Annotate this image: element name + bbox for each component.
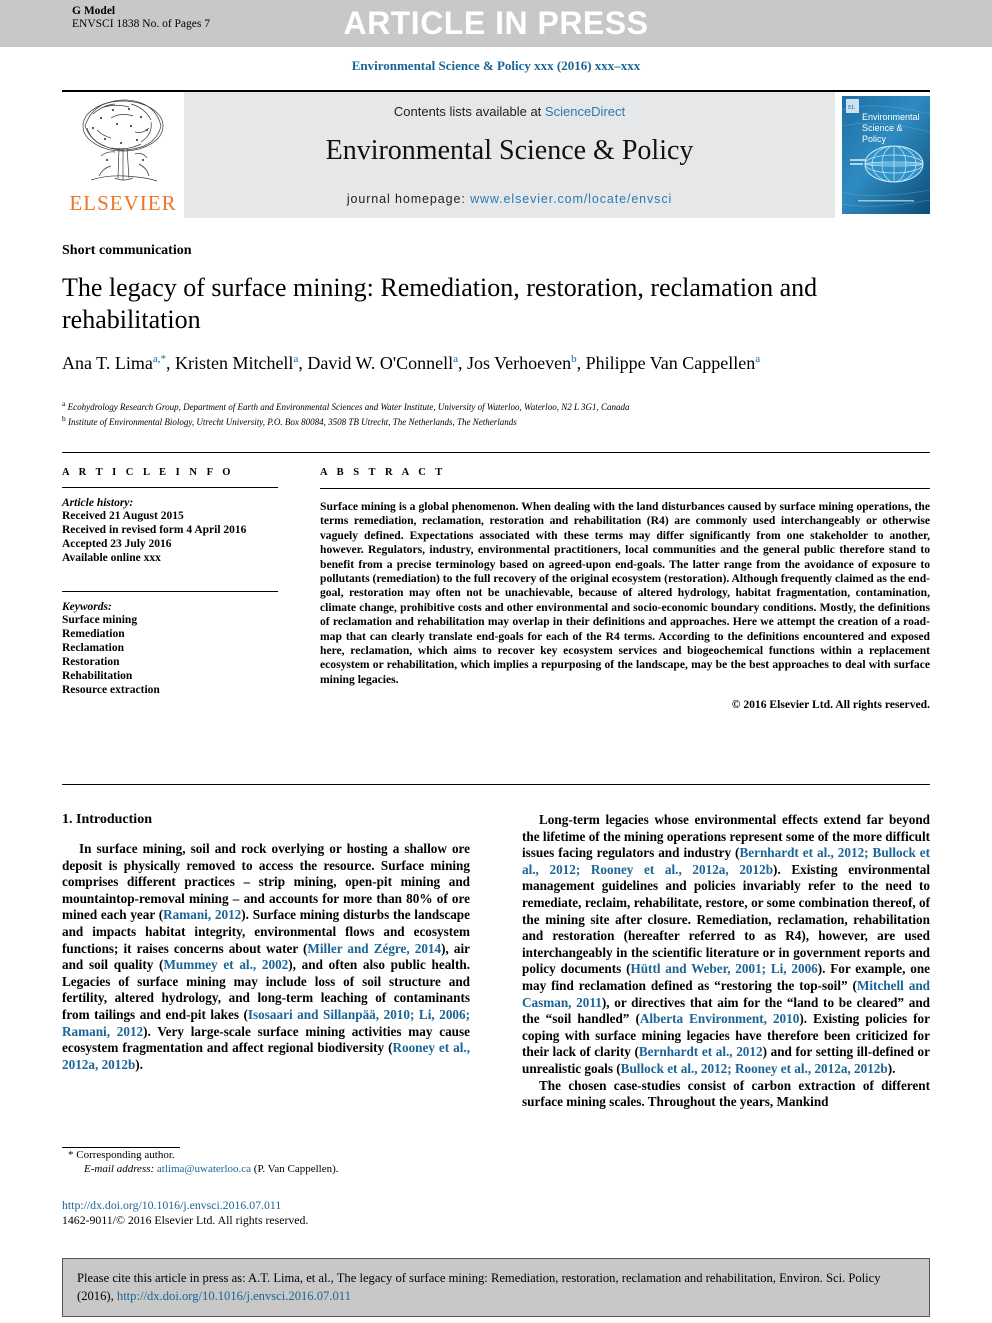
history-item: Received in revised form 4 April 2016 <box>62 524 247 536</box>
cite-doi-link[interactable]: http://dx.doi.org/10.1016/j.envsci.2016.… <box>117 1289 351 1303</box>
abstract-divider <box>320 488 930 489</box>
corresponding-author-note: * Corresponding author. <box>62 1148 470 1162</box>
info-divider <box>62 487 278 488</box>
article-history-list: Received 21 August 2015 Received in revi… <box>62 509 278 565</box>
affiliations: a Ecohydrology Research Group, Departmen… <box>62 398 942 428</box>
journal-homepage-line: journal homepage: www.elsevier.com/locat… <box>184 192 835 206</box>
article-info-column: A R T I C L E I N F O Article history: R… <box>62 467 300 711</box>
email-address-label: E-mail address: <box>84 1163 155 1175</box>
sciencedirect-link[interactable]: ScienceDirect <box>545 104 625 119</box>
journal-running-head: Environmental Science & Policy xxx (2016… <box>351 58 641 73</box>
keywords-divider <box>62 591 278 592</box>
contents-prefix: Contents lists available at <box>393 104 542 119</box>
cover-title-line1: Environmental <box>862 112 920 122</box>
elsevier-logo: ELSEVIER <box>62 92 184 218</box>
journal-masthead: ELSEVIER Contents lists available at Sci… <box>62 90 930 218</box>
article-info-heading: A R T I C L E I N F O <box>62 467 234 478</box>
svg-text:EL: EL <box>848 105 856 111</box>
footnote-block: * Corresponding author. E-mail address: … <box>62 1147 470 1176</box>
journal-title: Environmental Science & Policy <box>325 135 694 166</box>
g-model-block: G Model ENVSCI 1838 No. of Pages 7 <box>72 5 210 31</box>
keyword-item: Rehabilitation <box>62 670 133 682</box>
affiliation-a-text: Ecohydrology Research Group, Department … <box>67 402 630 412</box>
abstract-copyright: © 2016 Elsevier Ltd. All rights reserved… <box>731 698 930 712</box>
cite-this-article-box: Please cite this article in press as: A.… <box>62 1258 930 1317</box>
page-title: The legacy of surface mining: Remediatio… <box>62 273 818 334</box>
email-owner-label: (P. Van Cappellen). <box>253 1163 339 1175</box>
body-column-left: 1. Introduction In surface mining, soil … <box>62 812 470 1073</box>
abstract-text: Surface mining is a global phenomenon. W… <box>320 500 931 686</box>
contents-list-line: Contents lists available at ScienceDirec… <box>184 104 835 119</box>
manuscript-id-label: ENVSCI 1838 No. of Pages 7 <box>72 18 210 30</box>
author-list: Ana T. Limaa,*, Kristen Mitchella, David… <box>62 353 761 373</box>
cite-text: Please cite this article in press as: A.… <box>77 1269 915 1305</box>
abstract-column: A B S T R A C T Surface mining is a glob… <box>300 467 930 711</box>
journal-homepage-link[interactable]: www.elsevier.com/locate/envsci <box>470 192 672 206</box>
intro-paragraph-right-1: Long-term legacies whose environmental e… <box>522 812 931 1076</box>
keyword-item: Restoration <box>62 656 120 668</box>
corresponding-author-label: Corresponding author. <box>76 1149 175 1161</box>
keyword-item: Resource extraction <box>62 684 160 696</box>
elsevier-tree-icon <box>82 99 164 182</box>
article-history-label: Article history: <box>62 497 134 509</box>
email-note: E-mail address: atlima@uwaterloo.ca (P. … <box>62 1162 470 1176</box>
issn-copyright-line: 1462-9011/© 2016 Elsevier Ltd. All right… <box>62 1213 309 1227</box>
section-heading-introduction: 1. Introduction <box>62 812 152 827</box>
history-item: Received 21 August 2015 <box>62 510 184 522</box>
cover-title-line2: Science & <box>862 123 903 133</box>
intro-paragraph-right-2: The chosen case-studies consist of carbo… <box>522 1077 930 1110</box>
affiliation-b-text: Institute of Environmental Biology, Utre… <box>68 417 517 427</box>
keywords-block: Keywords: Surface mining Remediation Rec… <box>62 591 278 697</box>
cover-title-line3: Policy <box>862 134 887 144</box>
article-info-abstract-panel: A R T I C L E I N F O Article history: R… <box>62 452 930 785</box>
doi-block: http://dx.doi.org/10.1016/j.envsci.2016.… <box>62 1198 482 1228</box>
affiliation-b: b Institute of Environmental Biology, Ut… <box>62 414 517 427</box>
g-model-label: G Model <box>72 5 116 17</box>
keywords-label: Keywords: <box>62 601 112 613</box>
email-link[interactable]: atlima@uwaterloo.ca <box>157 1163 251 1175</box>
keyword-item: Surface mining <box>62 614 138 626</box>
history-item: Available online xxx <box>62 552 161 564</box>
keyword-item: Reclamation <box>62 642 124 654</box>
masthead-center: Contents lists available at ScienceDirec… <box>184 92 835 218</box>
history-item: Accepted 23 July 2016 <box>62 538 172 550</box>
globe-icon <box>864 145 924 183</box>
abstract-heading: A B S T R A C T <box>320 467 446 478</box>
affiliation-a: a Ecohydrology Research Group, Departmen… <box>62 399 630 412</box>
doi-link[interactable]: http://dx.doi.org/10.1016/j.envsci.2016.… <box>62 1198 482 1213</box>
elsevier-wordmark: ELSEVIER <box>69 191 177 215</box>
journal-cover-image: EL Environmental Science & Policy <box>842 96 930 214</box>
journal-cover-thumbnail: EL Environmental Science & Policy <box>835 92 930 218</box>
corresponding-author-marker: * <box>68 1149 74 1161</box>
body-column-right: Long-term legacies whose environmental e… <box>522 812 930 1111</box>
article-type-label: Short communication <box>62 243 192 258</box>
homepage-prefix: journal homepage: <box>346 192 466 206</box>
keyword-item: Remediation <box>62 628 125 640</box>
intro-paragraph-left: In surface mining, soil and rock overlyi… <box>62 841 470 1072</box>
